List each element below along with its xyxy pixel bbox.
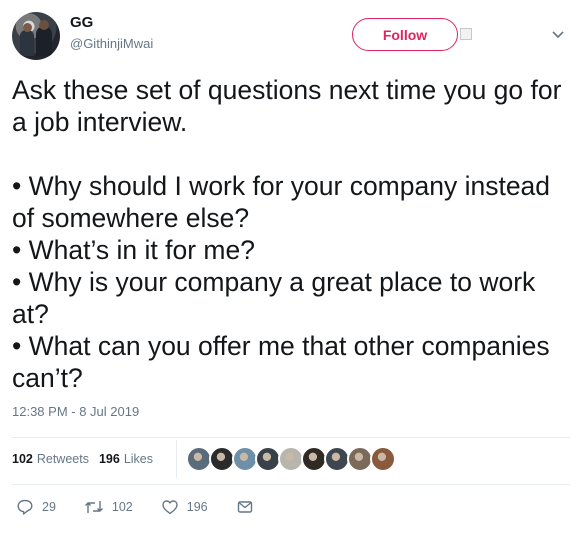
heart-icon (162, 500, 178, 515)
tweet-text: Ask these set of questions next time you… (12, 75, 562, 393)
retweet-icon (84, 501, 103, 513)
reply-count: 29 (42, 500, 56, 514)
chevron-down-icon[interactable] (550, 26, 566, 42)
retweets-label: Retweets (36, 452, 89, 466)
extension-icon (460, 28, 472, 40)
author-avatar[interactable] (12, 12, 60, 60)
retweet-button[interactable]: 102 (84, 498, 133, 516)
message-button[interactable] (236, 498, 262, 516)
likes-count: 196 (98, 452, 120, 466)
retweet-count: 102 (111, 500, 133, 514)
reply-button[interactable]: 29 (16, 498, 56, 516)
tweet-actions: 29 102 196 (16, 498, 290, 516)
retweets-stat[interactable]: 102 Retweets (12, 452, 89, 466)
tweet-stats: 102 Retweets 196 Likes (12, 452, 163, 466)
like-count: 196 (186, 500, 208, 514)
likes-stat[interactable]: 196 Likes (99, 452, 153, 466)
divider-top (12, 437, 570, 438)
divider-bottom (12, 484, 570, 485)
like-button[interactable]: 196 (161, 498, 208, 516)
tweet-timestamp[interactable]: 12:38 PM - 8 Jul 2019 (12, 404, 139, 419)
reply-icon (17, 499, 33, 515)
tweet-header: GG @GithinjiMwai Follow (0, 0, 582, 70)
retweets-count: 102 (12, 452, 33, 466)
likes-label: Likes (123, 452, 154, 466)
liker-avatar[interactable] (370, 446, 396, 472)
stats-separator (176, 440, 177, 478)
author-name[interactable]: GG (70, 14, 93, 31)
liker-avatars (186, 446, 396, 472)
envelope-icon (237, 501, 252, 513)
follow-button[interactable]: Follow (352, 18, 458, 51)
author-handle[interactable]: @GithinjiMwai (70, 36, 153, 51)
